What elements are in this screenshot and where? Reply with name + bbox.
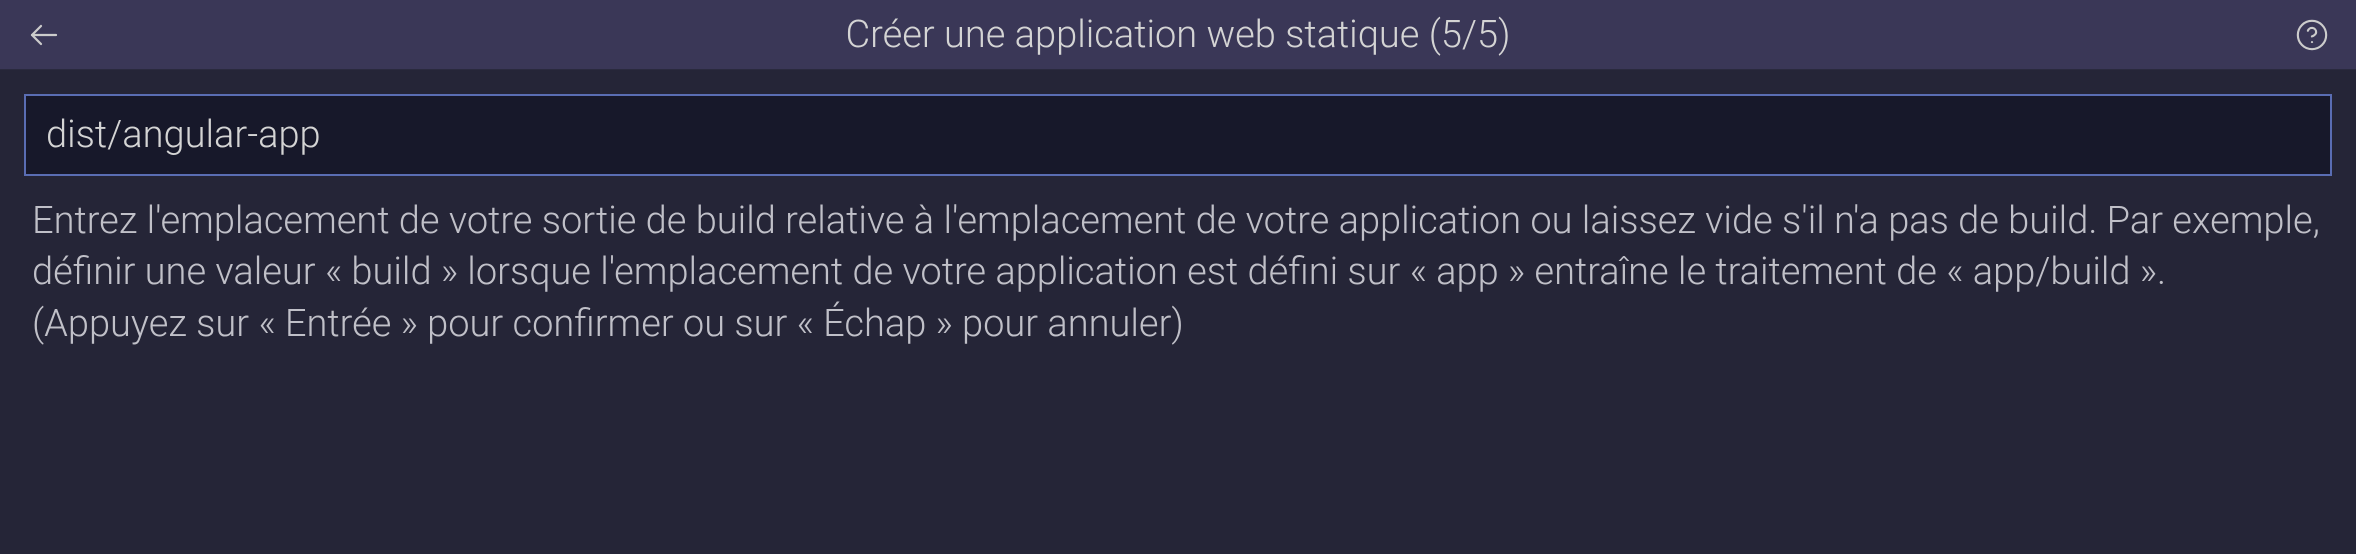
command-palette-container: Créer une application web statique (5/5)… [0,0,2356,554]
input-section [0,70,2356,188]
header-left [24,15,64,55]
header-bar: Créer une application web statique (5/5) [0,0,2356,70]
arrow-left-icon [26,17,62,53]
page-title: Créer une application web statique (5/5) [846,13,1511,57]
back-button[interactable] [24,15,64,55]
build-output-location-input[interactable] [24,94,2332,176]
help-icon [2295,18,2329,52]
description-text: Entrez l'emplacement de votre sortie de … [32,196,2324,350]
description-section: Entrez l'emplacement de votre sortie de … [0,188,2356,374]
help-button[interactable] [2292,15,2332,55]
